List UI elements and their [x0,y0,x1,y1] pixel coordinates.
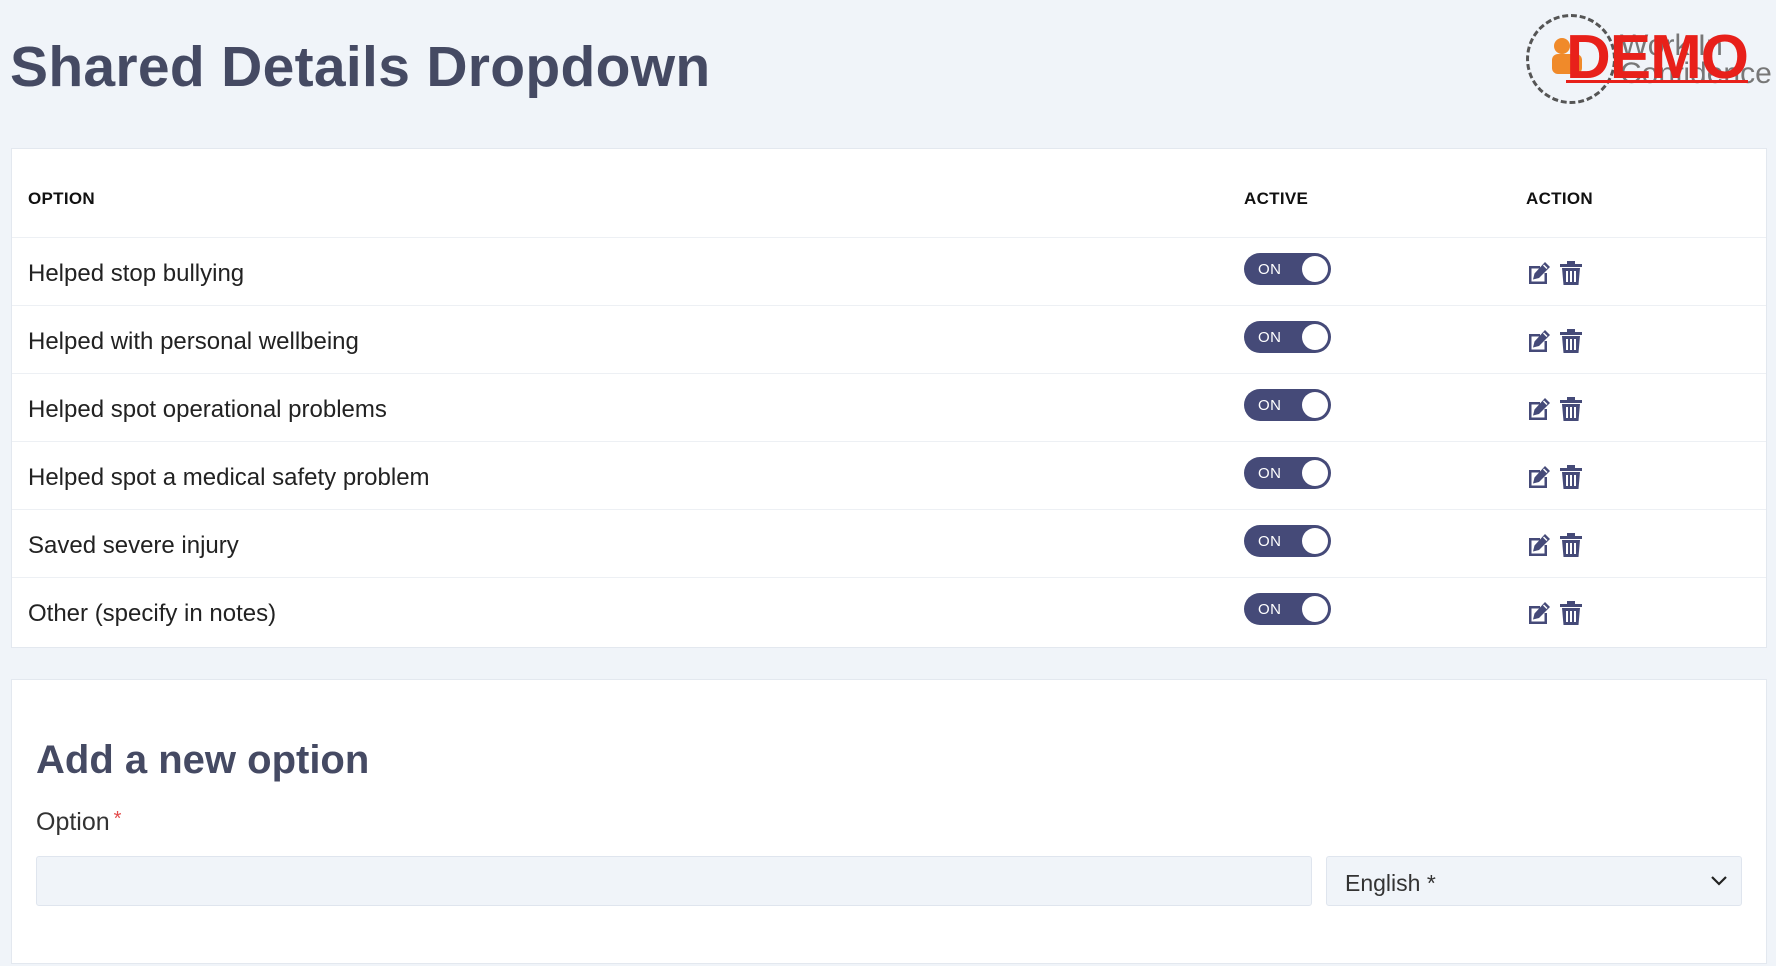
trash-icon[interactable] [1558,260,1584,286]
toggle-label: ON [1258,465,1282,482]
toggle-knob [1302,460,1328,486]
form-title: Add a new option [36,738,370,782]
toggle-label: ON [1258,261,1282,278]
toggle-label: ON [1258,533,1282,550]
column-header-option: OPTION [28,189,95,208]
toggle-label: ON [1258,329,1282,346]
table-row: Helped spot a medical safety problem ON [12,442,1766,510]
trash-icon[interactable] [1558,532,1584,558]
trash-icon[interactable] [1558,328,1584,354]
active-toggle[interactable]: ON [1244,593,1331,625]
option-text: Helped stop bullying [28,260,245,287]
toggle-knob [1302,528,1328,554]
option-label-text: Option [36,808,110,836]
option-text: Helped spot operational problems [28,396,387,423]
add-option-form: Add a new option Option * English * [11,679,1767,964]
active-toggle[interactable]: ON [1244,389,1331,421]
edit-icon[interactable] [1526,328,1552,354]
edit-icon[interactable] [1526,464,1552,490]
table-row: Helped with personal wellbeing ON [12,306,1766,374]
required-marker: * [113,808,122,830]
option-text: Helped with personal wellbeing [28,328,359,355]
table-row: Other (specify in notes) ON [12,578,1766,646]
active-toggle[interactable]: ON [1244,253,1331,285]
options-table: OPTION ACTIVE ACTION Helped stop bullyin… [11,148,1767,648]
table-row: Saved severe injury ON [12,510,1766,578]
edit-icon[interactable] [1526,260,1552,286]
demo-watermark: DEMO [1566,23,1749,92]
language-select[interactable]: English * [1326,856,1742,906]
language-selected-value: English * [1345,870,1436,896]
option-text: Helped spot a medical safety problem [28,464,430,491]
edit-icon[interactable] [1526,600,1552,626]
trash-icon[interactable] [1558,464,1584,490]
active-toggle[interactable]: ON [1244,457,1331,489]
company-logo: Work In Confidence DEMO [1520,10,1772,106]
table-header: OPTION ACTIVE ACTION [12,149,1766,238]
toggle-label: ON [1258,601,1282,618]
toggle-knob [1302,596,1328,622]
option-field-label: Option * [36,808,121,837]
toggle-knob [1302,392,1328,418]
column-header-active: ACTIVE [1244,189,1309,208]
option-input[interactable] [36,856,1312,906]
chevron-down-icon [1711,876,1727,886]
toggle-knob [1302,256,1328,282]
table-row: Helped spot operational problems ON [12,374,1766,442]
edit-icon[interactable] [1526,532,1552,558]
toggle-knob [1302,324,1328,350]
option-text: Other (specify in notes) [28,600,277,627]
active-toggle[interactable]: ON [1244,525,1331,557]
trash-icon[interactable] [1558,396,1584,422]
page-title: Shared Details Dropdown [10,35,711,99]
column-header-action: ACTION [1526,189,1593,208]
trash-icon[interactable] [1558,600,1584,626]
active-toggle[interactable]: ON [1244,321,1331,353]
table-row: Helped stop bullying ON [12,238,1766,306]
toggle-label: ON [1258,397,1282,414]
option-text: Saved severe injury [28,532,239,559]
edit-icon[interactable] [1526,396,1552,422]
